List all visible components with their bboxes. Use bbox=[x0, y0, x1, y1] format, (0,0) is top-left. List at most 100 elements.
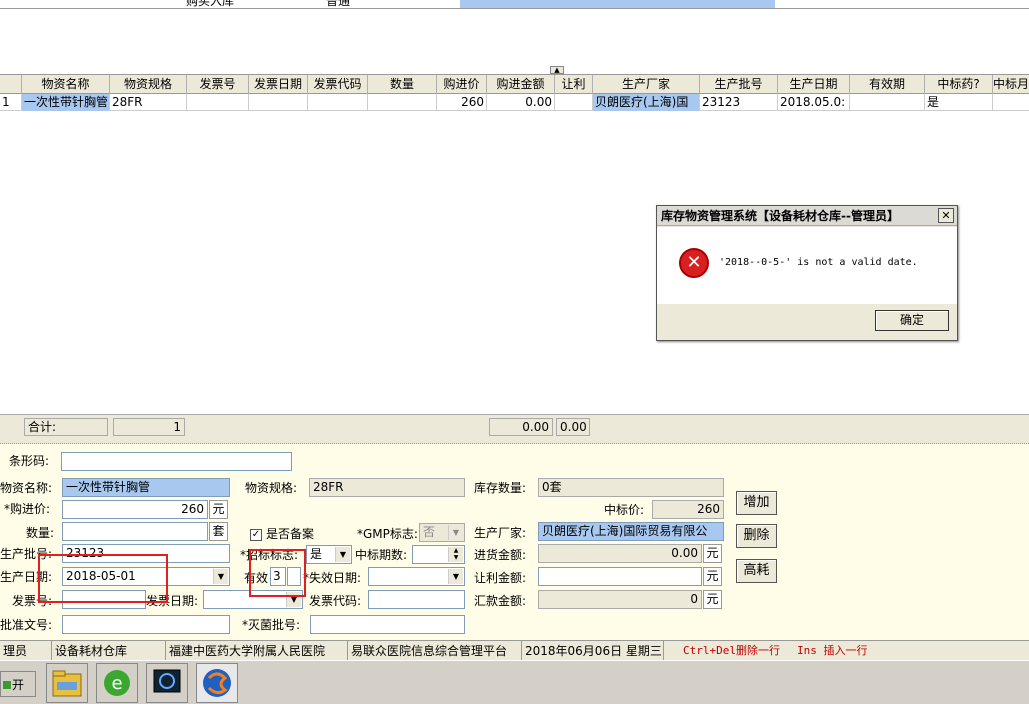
bid-periods-spinner[interactable]: ▲ ▼ bbox=[412, 545, 465, 564]
row-invoice-code[interactable] bbox=[308, 94, 368, 111]
stock-label: 库存数量: bbox=[474, 481, 527, 495]
header-bid[interactable]: 中标药? bbox=[925, 75, 993, 94]
spinner-icon[interactable]: ▲ ▼ bbox=[448, 547, 463, 562]
name-label: 物资名称: bbox=[0, 481, 53, 495]
name-input[interactable]: 一次性带针胸管 bbox=[62, 478, 230, 497]
ok-button[interactable]: 确定 bbox=[875, 310, 949, 331]
high-consumable-button[interactable]: 高耗 bbox=[736, 559, 777, 583]
spec-input[interactable]: 28FR bbox=[309, 478, 465, 497]
maker-input[interactable]: 贝朗医疗(上海)国际贸易有限公 bbox=[538, 522, 724, 541]
row-name[interactable]: 一次性带针胸管 bbox=[22, 94, 110, 111]
status-hint-insert: Ins 插入一行 bbox=[797, 644, 868, 657]
header-maker[interactable]: 生产厂家 bbox=[593, 75, 700, 94]
start-button[interactable]: 开始 bbox=[0, 671, 36, 697]
gmp-value: 否 bbox=[423, 525, 436, 539]
header-qty[interactable]: 数量 bbox=[368, 75, 437, 94]
sum-label: 合计: bbox=[24, 418, 108, 436]
header-invoice-no[interactable]: 发票号 bbox=[187, 75, 249, 94]
discount-label: 让利金额: bbox=[474, 571, 527, 585]
svg-text:e: e bbox=[111, 673, 122, 694]
sum-count: 1 bbox=[113, 418, 185, 436]
remit-input: 0 bbox=[538, 590, 702, 609]
maker-label: 生产厂家: bbox=[474, 526, 527, 540]
remit-label: 汇款金额: bbox=[474, 594, 527, 608]
header-spec[interactable]: 物资规格 bbox=[110, 75, 187, 94]
gmp-select[interactable]: 否 ▼ bbox=[419, 523, 465, 542]
annotation-box-prod-date bbox=[38, 554, 168, 603]
price-unit: 元 bbox=[209, 500, 228, 519]
chevron-down-icon[interactable]: ▼ bbox=[213, 569, 228, 584]
file-explorer-icon[interactable] bbox=[46, 663, 88, 703]
row-validity[interactable] bbox=[850, 94, 925, 111]
expire-date-picker[interactable]: ▼ bbox=[368, 567, 465, 586]
table-row[interactable]: 1 一次性带针胸管 28FR 260 0.00 贝朗医疗(上海)国 23123 … bbox=[0, 94, 1029, 111]
header-prod-date[interactable]: 生产日期 bbox=[778, 75, 850, 94]
row-bid-month[interactable] bbox=[993, 94, 1029, 111]
row-amount[interactable]: 0.00 bbox=[487, 94, 555, 111]
price-label: *购进价: bbox=[4, 502, 51, 516]
previous-row-type: 购买入库 bbox=[186, 0, 235, 8]
chevron-down-icon[interactable]: ▼ bbox=[448, 569, 463, 584]
row-index: 1 bbox=[0, 94, 22, 111]
record-checkbox[interactable]: ✓ bbox=[250, 529, 262, 541]
entry-form: 条形码: 物资名称: 一次性带针胸管 物资规格: 28FR 库存数量: 0套 *… bbox=[0, 444, 1029, 640]
grid-splitter-handle[interactable]: ▲ bbox=[550, 66, 564, 74]
dialog-title: 库存物资管理系统【设备耗材仓库--管理员】 bbox=[657, 206, 957, 226]
search-tool-icon[interactable] bbox=[146, 663, 188, 703]
error-icon: ✕ bbox=[679, 248, 709, 278]
remit-unit: 元 bbox=[703, 590, 722, 609]
app-logo-icon[interactable] bbox=[196, 663, 238, 703]
qty-input[interactable] bbox=[62, 522, 208, 541]
row-qty[interactable] bbox=[368, 94, 437, 111]
sum-total-amount: 0.00 bbox=[489, 418, 553, 436]
spec-label: 物资规格: bbox=[245, 481, 298, 495]
add-button[interactable]: 增加 bbox=[736, 491, 777, 515]
invoice-code-label: 发票代码: bbox=[309, 594, 362, 608]
bidflag-select[interactable]: 是 ▼ bbox=[306, 545, 352, 564]
row-invoice-no[interactable] bbox=[187, 94, 249, 111]
header-invoice-code[interactable]: 发票代码 bbox=[308, 75, 368, 94]
header-index bbox=[0, 75, 22, 94]
header-invoice-date[interactable]: 发票日期 bbox=[249, 75, 308, 94]
purchase-amount-unit: 元 bbox=[703, 544, 722, 563]
header-validity[interactable]: 有效期 bbox=[850, 75, 925, 94]
header-price[interactable]: 购进价 bbox=[437, 75, 487, 94]
status-date: 2018年06月06日 星期三 bbox=[522, 641, 664, 661]
expire-label: *失效日期: bbox=[303, 571, 362, 585]
row-prod-date[interactable]: 2018.05.0: bbox=[778, 94, 850, 111]
status-bar: 理员 设备耗材仓库 福建中医药大学附属人民医院 易联众医院信息综合管理平台 20… bbox=[0, 640, 1029, 661]
header-batch[interactable]: 生产批号 bbox=[700, 75, 778, 94]
sterile-input[interactable] bbox=[310, 615, 465, 634]
barcode-input[interactable] bbox=[61, 452, 292, 471]
row-discount[interactable] bbox=[555, 94, 593, 111]
row-maker[interactable]: 贝朗医疗(上海)国 bbox=[593, 94, 700, 111]
row-bid[interactable]: 是 bbox=[925, 94, 993, 111]
chevron-down-icon[interactable]: ▼ bbox=[335, 547, 350, 562]
row-price[interactable]: 260 bbox=[437, 94, 487, 111]
purchase-amount-input: 0.00 bbox=[538, 544, 702, 563]
invoice-code-input[interactable] bbox=[368, 590, 465, 609]
close-icon[interactable]: ✕ bbox=[938, 208, 954, 223]
browser-icon[interactable]: e bbox=[96, 663, 138, 703]
approval-input[interactable] bbox=[62, 615, 230, 634]
bid-price-label: 中标价: bbox=[604, 503, 645, 517]
status-warehouse: 设备耗材仓库 bbox=[52, 641, 166, 661]
purchase-amount-label: 进货金额: bbox=[474, 548, 527, 562]
header-name[interactable]: 物资名称 bbox=[22, 75, 110, 94]
header-amount[interactable]: 购进金额 bbox=[487, 75, 555, 94]
price-input[interactable]: 260 bbox=[62, 500, 208, 519]
header-discount[interactable]: 让利 bbox=[555, 75, 593, 94]
status-user: 理员 bbox=[0, 641, 52, 661]
row-batch[interactable]: 23123 bbox=[700, 94, 778, 111]
discount-input[interactable] bbox=[538, 567, 702, 586]
qty-unit: 套 bbox=[209, 522, 228, 541]
sterile-label: *灭菌批号: bbox=[242, 618, 301, 632]
row-spec[interactable]: 28FR bbox=[110, 94, 187, 111]
header-bid-month[interactable]: 中标月 bbox=[993, 75, 1029, 94]
row-invoice-date[interactable] bbox=[249, 94, 308, 111]
status-hospital: 福建中医药大学附属人民医院 bbox=[166, 641, 348, 661]
chevron-down-icon[interactable]: ▼ bbox=[448, 525, 463, 540]
previous-row-selection bbox=[460, 0, 775, 8]
delete-button[interactable]: 删除 bbox=[736, 524, 777, 548]
approval-label: 批准文号: bbox=[0, 618, 53, 632]
